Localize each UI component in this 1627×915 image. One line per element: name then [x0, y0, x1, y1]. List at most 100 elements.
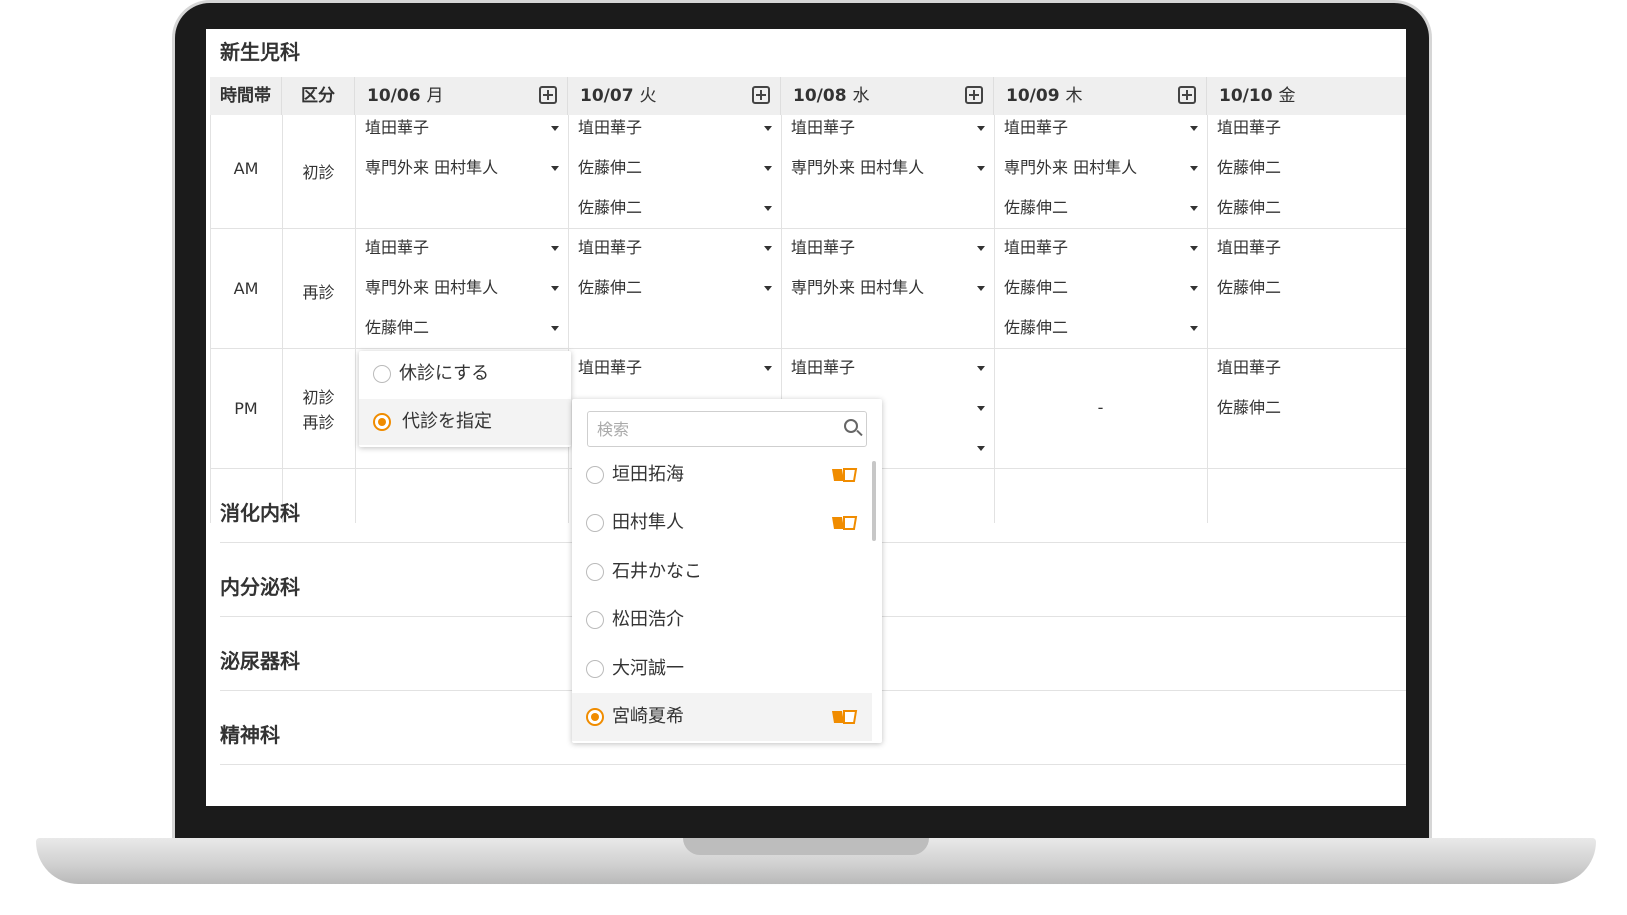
- chevron-down-icon[interactable]: [1190, 326, 1198, 331]
- chevron-down-icon[interactable]: [1190, 166, 1198, 171]
- doctor-select[interactable]: 佐藤伸二: [1217, 198, 1281, 218]
- doctor-select[interactable]: 佐藤伸二: [1217, 398, 1281, 418]
- doctor-option[interactable]: 田村隼人: [572, 499, 872, 547]
- doctor-select[interactable]: 埴田華子: [791, 358, 855, 378]
- add-icon[interactable]: [752, 86, 770, 104]
- doctor-select[interactable]: 専門外来 田村隼人: [365, 278, 498, 298]
- department-title-neonatal[interactable]: 新生児科: [220, 36, 300, 65]
- doctor-select[interactable]: 佐藤伸二: [578, 198, 642, 218]
- chevron-down-icon[interactable]: [764, 166, 772, 171]
- doctor-select[interactable]: 専門外来 田村隼人: [365, 158, 498, 178]
- doctor-select[interactable]: 埴田華子: [1217, 358, 1281, 378]
- chevron-down-icon[interactable]: [977, 366, 985, 371]
- doctor-select[interactable]: 佐藤伸二: [1217, 278, 1281, 298]
- department-title-urology[interactable]: 泌尿器科: [220, 645, 300, 674]
- radio-checked-icon[interactable]: [586, 708, 604, 726]
- radio-checked-icon[interactable]: [373, 413, 391, 431]
- doctor-select[interactable]: 佐藤伸二: [578, 158, 642, 178]
- option-substitute[interactable]: 代診を指定: [359, 399, 571, 445]
- add-icon[interactable]: [1178, 86, 1196, 104]
- doctor-select[interactable]: 佐藤伸二: [578, 278, 642, 298]
- grid-line: [568, 115, 569, 523]
- radio-unchecked-icon[interactable]: [373, 365, 391, 383]
- doctor-select[interactable]: 専門外来 田村隼人: [1004, 158, 1137, 178]
- chevron-down-icon[interactable]: [551, 246, 559, 251]
- chevron-down-icon[interactable]: [1190, 126, 1198, 131]
- chevron-down-icon[interactable]: [977, 126, 985, 131]
- row-category: 初診 再診: [302, 388, 335, 432]
- grid-line: [210, 228, 1406, 229]
- chevron-down-icon[interactable]: [1190, 206, 1198, 211]
- chevron-down-icon[interactable]: [551, 286, 559, 291]
- chevron-down-icon[interactable]: [977, 406, 985, 411]
- grid-line: [355, 115, 356, 523]
- chevron-down-icon[interactable]: [977, 166, 985, 171]
- radio-unchecked-icon[interactable]: [586, 611, 604, 629]
- doctor-select[interactable]: 埴田華子: [365, 118, 429, 138]
- chevron-down-icon[interactable]: [551, 326, 559, 331]
- header-day-4: 10/09 木: [994, 77, 1207, 115]
- substitute-doctor-popup: 垣田拓海 田村隼人 石井かなこ 松田浩介 大河誠一: [572, 399, 882, 743]
- doctor-select[interactable]: 佐藤伸二: [365, 318, 429, 338]
- chevron-down-icon[interactable]: [1190, 246, 1198, 251]
- chevron-down-icon[interactable]: [764, 206, 772, 211]
- doctor-option[interactable]: 松田浩介: [572, 596, 872, 644]
- doctor-name: 田村隼人: [612, 512, 684, 533]
- option-closed[interactable]: 休診にする: [359, 351, 571, 397]
- doctor-select[interactable]: 佐藤伸二: [1217, 158, 1281, 178]
- chevron-down-icon[interactable]: [1190, 286, 1198, 291]
- empty-slot-dash: -: [1097, 398, 1104, 417]
- chevron-down-icon[interactable]: [764, 246, 772, 251]
- doctor-select[interactable]: 埴田華子: [1004, 118, 1068, 138]
- radio-unchecked-icon[interactable]: [586, 660, 604, 678]
- chevron-down-icon[interactable]: [551, 126, 559, 131]
- chevron-down-icon[interactable]: [551, 166, 559, 171]
- header-day-3: 10/08 水: [781, 77, 994, 115]
- doctor-select[interactable]: 埴田華子: [578, 358, 642, 378]
- doctor-select[interactable]: 佐藤伸二: [1004, 318, 1068, 338]
- doctor-select[interactable]: 専門外来 田村隼人: [791, 158, 924, 178]
- add-icon[interactable]: [539, 86, 557, 104]
- header-day-date: 10/07 火: [580, 86, 657, 106]
- doctor-option[interactable]: 大河誠一: [572, 645, 872, 693]
- doctor-select[interactable]: 埴田華子: [791, 238, 855, 258]
- radio-unchecked-icon[interactable]: [586, 563, 604, 581]
- doctor-select[interactable]: 佐藤伸二: [1004, 278, 1068, 298]
- doctor-name: 垣田拓海: [612, 464, 684, 485]
- doctor-select[interactable]: 埴田華子: [1217, 118, 1281, 138]
- doctor-option[interactable]: 石井かなこ: [572, 548, 872, 596]
- app-screen: 新生児科 時間帯 区分 10/06 月 10/07 火 10/08 水 10/0…: [206, 29, 1406, 806]
- chevron-down-icon[interactable]: [977, 446, 985, 451]
- laptop-notch: [683, 838, 929, 855]
- radio-unchecked-icon[interactable]: [586, 466, 604, 484]
- scrollbar[interactable]: [872, 461, 876, 541]
- row-time-slot: AM: [233, 279, 259, 298]
- search-icon[interactable]: [844, 419, 858, 433]
- department-title-psychiatry[interactable]: 精神科: [220, 719, 280, 748]
- department-title-endocrine[interactable]: 内分泌科: [220, 571, 300, 600]
- search-input[interactable]: [587, 411, 867, 447]
- doctor-name: 大河誠一: [612, 658, 684, 679]
- divider: [220, 764, 1406, 765]
- doctor-select[interactable]: 埴田華子: [578, 118, 642, 138]
- row-category: 再診: [302, 283, 335, 302]
- chevron-down-icon[interactable]: [977, 246, 985, 251]
- add-icon[interactable]: [965, 86, 983, 104]
- doctor-select[interactable]: 専門外来 田村隼人: [791, 278, 924, 298]
- doctor-option[interactable]: 垣田拓海: [572, 451, 872, 499]
- doctor-select[interactable]: 埴田華子: [1004, 238, 1068, 258]
- doctor-select[interactable]: 埴田華子: [791, 118, 855, 138]
- department-title-gastro[interactable]: 消化内科: [220, 497, 300, 526]
- chevron-down-icon[interactable]: [764, 366, 772, 371]
- chevron-down-icon[interactable]: [977, 286, 985, 291]
- chevron-down-icon[interactable]: [764, 126, 772, 131]
- radio-unchecked-icon[interactable]: [586, 514, 604, 532]
- doctor-select[interactable]: 埴田華子: [365, 238, 429, 258]
- chevron-down-icon[interactable]: [764, 286, 772, 291]
- doctor-select[interactable]: 埴田華子: [578, 238, 642, 258]
- doctor-select[interactable]: 埴田華子: [1217, 238, 1281, 258]
- header-day-date: 10/10 金: [1219, 86, 1296, 106]
- book-icon: [832, 710, 858, 724]
- doctor-select[interactable]: 佐藤伸二: [1004, 198, 1068, 218]
- doctor-option-selected[interactable]: 宮崎夏希: [572, 693, 872, 741]
